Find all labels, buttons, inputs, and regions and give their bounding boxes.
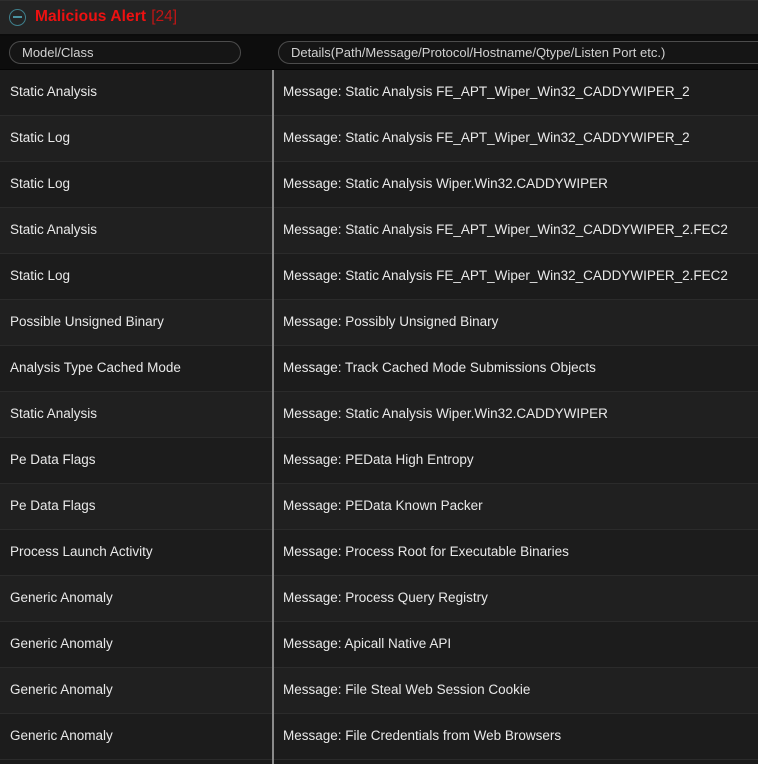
cell-details: Message: PEData Known Packer xyxy=(283,498,483,514)
minus-circle-icon[interactable] xyxy=(9,8,26,26)
filter-bar xyxy=(0,36,758,70)
alerts-table: Static Analysis Message: Static Analysis … xyxy=(0,70,758,764)
cell-details: Message: File Credentials from Web Brows… xyxy=(283,728,562,744)
panel-header: Malicious Alert [24] xyxy=(0,0,758,36)
cell-model-class: Generic Anomaly xyxy=(10,636,113,652)
cell-details: Message: Static Analysis FE_APT_Wiper_Wi… xyxy=(283,130,690,146)
malicious-alert-panel: Malicious Alert [24] Static Analysis Mess… xyxy=(0,0,758,764)
cell-model-class: Static Analysis xyxy=(10,406,98,422)
table-row[interactable]: Generic Anomaly Message: File Credentials… xyxy=(0,714,758,760)
cell-details: Message: Static Analysis FE_APT_Wiper_Wi… xyxy=(283,84,690,100)
table-row[interactable]: Possible Unsigned Binary Message: Possibl… xyxy=(0,300,758,346)
cell-model-class: Generic Anomaly xyxy=(10,682,113,698)
cell-model-class: Static Log xyxy=(10,130,71,146)
table-row[interactable]: Generic Anomaly Message: Apicall Native A… xyxy=(0,622,758,668)
table-row[interactable]: Static Log Message: Static Analysis FE_AP… xyxy=(0,116,758,162)
cell-model-class: Process Launch Activity xyxy=(10,544,153,560)
cell-model-class: Generic Anomaly xyxy=(10,728,113,744)
cell-details: Message: Static Analysis Wiper.Win32.CAD… xyxy=(283,176,608,192)
cell-model-class: Static Analysis xyxy=(10,222,98,238)
cell-details: Message: Process Query Registry xyxy=(283,590,488,606)
table-row[interactable]: Static Log Message: Static Analysis Wiper… xyxy=(0,162,758,208)
cell-details: Message: PEData High Entropy xyxy=(283,452,474,468)
model-class-filter-input[interactable] xyxy=(9,41,241,64)
table-row[interactable]: Generic Anomaly Message: File Steal Web S… xyxy=(0,668,758,714)
cell-model-class: Analysis Type Cached Mode xyxy=(10,360,181,376)
cell-details: Message: Static Analysis FE_APT_Wiper_Wi… xyxy=(283,268,728,284)
alert-count-badge: [24] xyxy=(151,8,178,26)
cell-details: Message: Static Analysis FE_APT_Wiper_Wi… xyxy=(283,222,728,238)
cell-details: Message: Apicall Native API xyxy=(283,636,452,652)
table-row[interactable]: Static Analysis Message: Static Analysis … xyxy=(0,208,758,254)
cell-model-class: Static Analysis xyxy=(10,84,98,100)
table-row[interactable]: Pe Data Flags Message: PEData Known Packe… xyxy=(0,484,758,530)
table-row[interactable]: Process Launch Activity Message: Process … xyxy=(0,530,758,576)
table-row[interactable]: Static Analysis Message: Static Analysis … xyxy=(0,70,758,116)
cell-details: Message: Static Analysis Wiper.Win32.CAD… xyxy=(283,406,608,422)
table-row[interactable]: Generic Anomaly Message: Process Query Re… xyxy=(0,576,758,622)
cell-details: Message: Track Cached Mode Submissions O… xyxy=(283,360,596,376)
cell-details: Message: Process Root for Executable Bin… xyxy=(283,544,569,560)
cell-model-class: Static Log xyxy=(10,268,71,284)
cell-model-class: Generic Anomaly xyxy=(10,590,113,606)
cell-details: Message: Possibly Unsigned Binary xyxy=(283,314,499,330)
cell-model-class: Possible Unsigned Binary xyxy=(10,314,164,330)
table-row[interactable]: Pe Data Flags Message: PEData High Entrop… xyxy=(0,438,758,484)
cell-model-class: Pe Data Flags xyxy=(10,452,96,468)
table-row[interactable]: Static Log Message: Static Analysis FE_AP… xyxy=(0,254,758,300)
cell-model-class: Pe Data Flags xyxy=(10,498,96,514)
table-row[interactable]: Static Analysis Message: Static Analysis … xyxy=(0,392,758,438)
details-filter-input[interactable] xyxy=(278,41,758,64)
cell-model-class: Static Log xyxy=(10,176,71,192)
alerts-table-body: Static Analysis Message: Static Analysis … xyxy=(0,70,758,760)
page-title: Malicious Alert xyxy=(35,8,147,26)
cell-details: Message: File Steal Web Session Cookie xyxy=(283,682,531,698)
table-row[interactable]: Analysis Type Cached Mode Message: Track … xyxy=(0,346,758,392)
